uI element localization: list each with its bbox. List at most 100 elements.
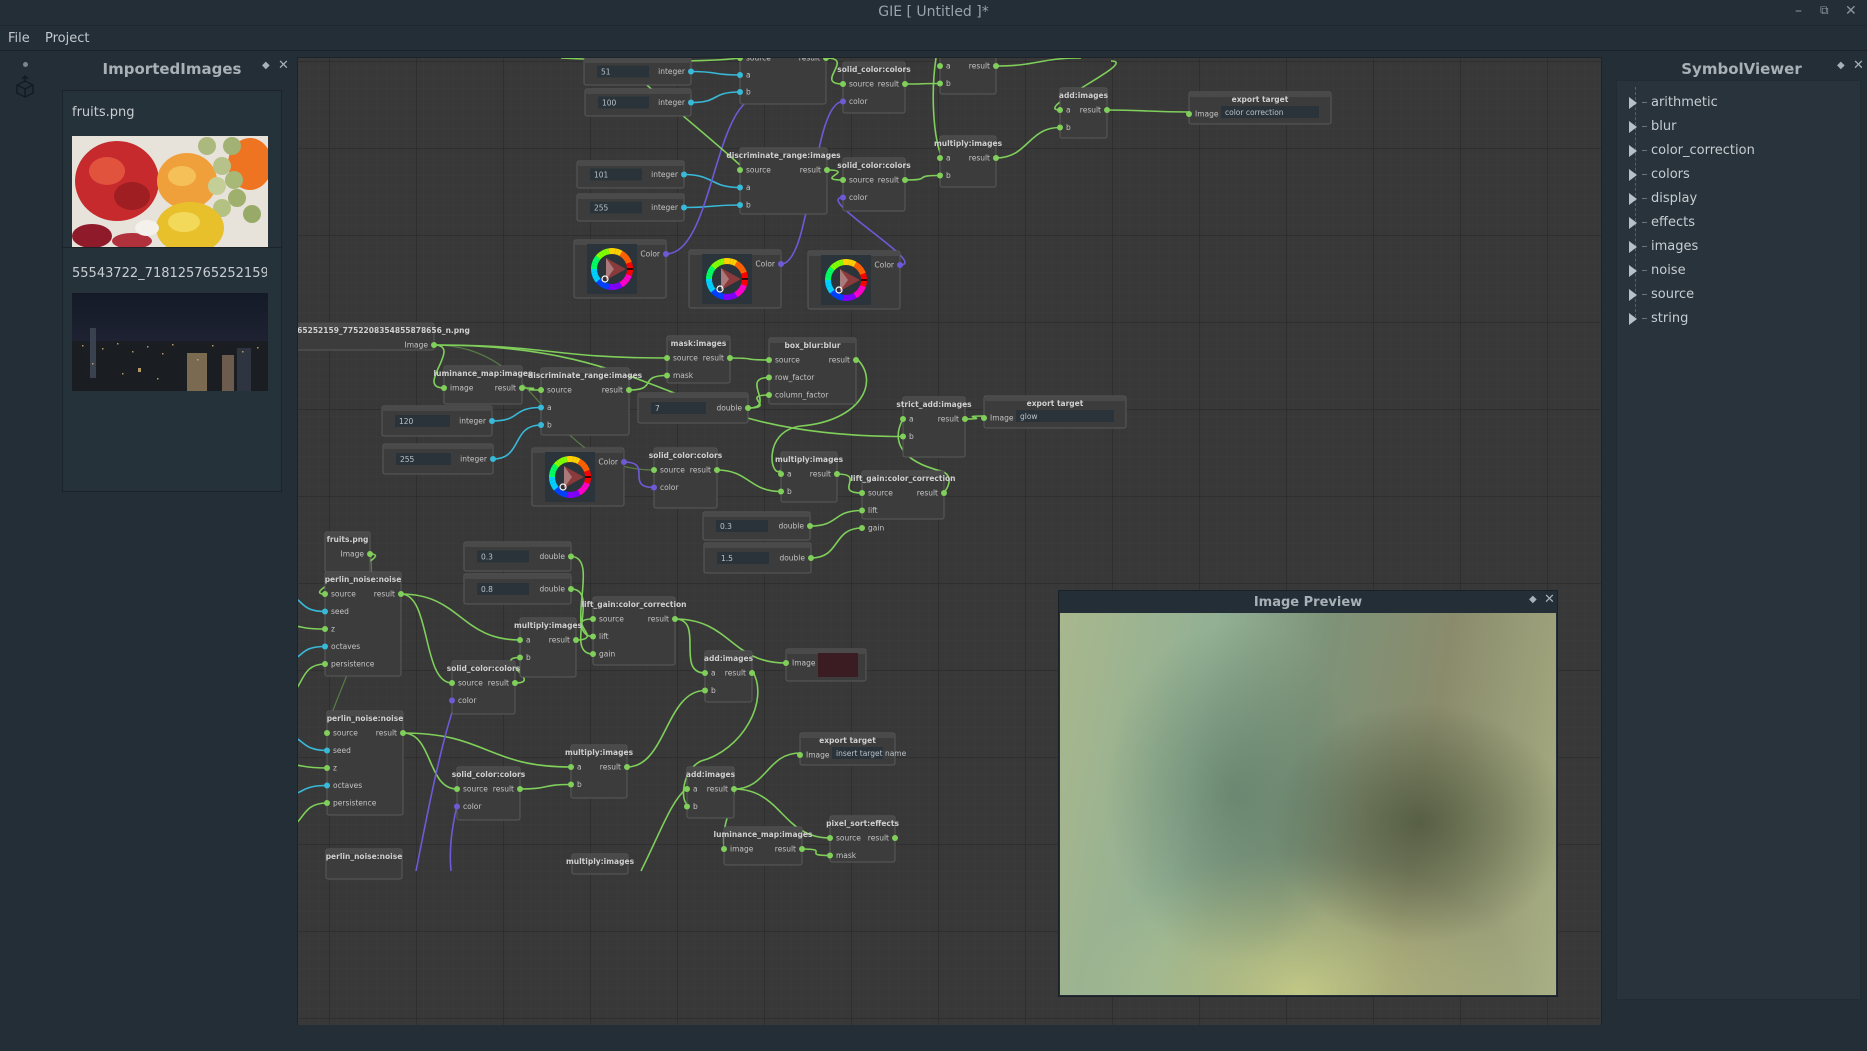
input-port[interactable]	[783, 660, 789, 666]
input-port[interactable]	[840, 81, 846, 87]
graph-node[interactable]: Color	[688, 249, 784, 309]
graph-node[interactable]: strict_add:imagesab result	[896, 396, 972, 458]
output-port[interactable]	[519, 385, 525, 391]
output-port[interactable]	[834, 471, 840, 477]
float-dock-button[interactable]: ◆	[1837, 60, 1845, 71]
input-port[interactable]	[441, 385, 447, 391]
input-port[interactable]	[840, 194, 846, 201]
graph-node[interactable]: discriminate_range:imagessource ab result	[726, 147, 841, 215]
input-port[interactable]	[859, 525, 865, 531]
graph-node[interactable]: discriminate_range:imagessource ab result	[528, 367, 643, 436]
input-port[interactable]	[797, 752, 803, 758]
input-port[interactable]	[454, 803, 460, 810]
expand-arrow-icon[interactable]	[1629, 312, 1637, 325]
output-port[interactable]	[517, 786, 523, 792]
category-blur[interactable]: blur	[1629, 119, 1676, 134]
graph-node[interactable]: Image	[783, 648, 867, 682]
graph-node[interactable]: double 1.5	[703, 542, 814, 574]
output-port[interactable]	[573, 637, 579, 643]
menu-project[interactable]: Project	[45, 31, 89, 46]
graph-node[interactable]: perlin_noise:noisesource seed z octaves pers…	[322, 571, 404, 677]
close-dock-button[interactable]: ✕	[1853, 58, 1864, 73]
float-dock-button[interactable]: ◆	[262, 60, 270, 71]
close-dock-button[interactable]: ✕	[278, 58, 289, 73]
graph-node[interactable]: luminance_map:imagesimage result	[434, 365, 533, 405]
graph-node[interactable]: integer 100	[584, 88, 694, 117]
graph-node[interactable]: solid_color:colorssource color result	[649, 447, 723, 509]
output-port[interactable]	[993, 63, 999, 69]
input-port[interactable]	[859, 507, 865, 514]
input-port[interactable]	[322, 591, 328, 597]
output-port[interactable]	[490, 456, 496, 462]
graph-node[interactable]: double 0.8	[463, 573, 574, 605]
output-port[interactable]	[568, 586, 574, 592]
graph-node[interactable]: box_blur:blursource row_factor column_fact…	[766, 337, 859, 405]
output-port[interactable]	[824, 167, 830, 173]
output-port[interactable]	[749, 670, 755, 676]
output-port[interactable]	[993, 155, 999, 161]
input-port[interactable]	[1186, 111, 1192, 117]
output-port[interactable]	[727, 355, 733, 361]
expand-arrow-icon[interactable]	[1629, 168, 1637, 181]
image-list-item[interactable]: 55543722_718125765252159_775220835485587…	[63, 248, 281, 493]
graph-node[interactable]: solid_color:colorssource color result	[837, 157, 911, 212]
output-port[interactable]	[663, 251, 669, 257]
input-port[interactable]	[664, 355, 670, 361]
input-port[interactable]	[737, 202, 743, 208]
graph-node[interactable]: multiply:imagesabresult	[514, 617, 583, 678]
output-port[interactable]	[568, 553, 574, 560]
category-source[interactable]: source	[1629, 287, 1694, 302]
input-port[interactable]	[324, 800, 330, 806]
graph-node[interactable]: export target Image glow	[981, 395, 1127, 429]
graph-node-partial[interactable]: source ab result	[737, 58, 829, 105]
expand-arrow-icon[interactable]	[1629, 192, 1637, 205]
expand-arrow-icon[interactable]	[1629, 144, 1637, 157]
input-port[interactable]	[324, 765, 330, 771]
input-port[interactable]	[1057, 124, 1063, 131]
graph-node[interactable]: multiply:images	[566, 853, 635, 875]
graph-node[interactable]: mask:images source mask result	[664, 335, 733, 384]
graph-node[interactable]: double 0.3	[702, 511, 813, 541]
output-port[interactable]	[902, 81, 908, 87]
graph-node[interactable]: perlin_noise:noise	[325, 848, 403, 880]
graph-node[interactable]: add:images abresult	[1057, 87, 1110, 139]
category-images[interactable]: images	[1629, 239, 1698, 254]
category-colors[interactable]: colors	[1629, 167, 1690, 182]
graph-node[interactable]: export target Image color correction	[1186, 91, 1332, 125]
input-port[interactable]	[322, 608, 328, 615]
close-preview-button[interactable]: ✕	[1544, 592, 1555, 607]
output-port[interactable]	[489, 418, 495, 424]
input-port[interactable]	[937, 172, 943, 179]
graph-node[interactable]: solid_color:colorssource color result	[447, 660, 521, 715]
output-port[interactable]	[962, 416, 968, 422]
output-port[interactable]	[897, 262, 903, 268]
output-port[interactable]	[892, 835, 898, 841]
input-port[interactable]	[778, 488, 784, 495]
output-port[interactable]	[799, 846, 805, 852]
graph-node[interactable]: perlin_noise:noisesource seed z octaves pers…	[324, 710, 406, 816]
input-port[interactable]	[778, 471, 784, 477]
input-port[interactable]	[449, 680, 455, 686]
category-display[interactable]: display	[1629, 191, 1697, 206]
input-port[interactable]	[766, 392, 772, 398]
input-port[interactable]	[449, 697, 455, 704]
output-port[interactable]	[398, 591, 404, 597]
input-port[interactable]	[664, 372, 670, 379]
input-port[interactable]	[827, 835, 833, 841]
category-string[interactable]: string	[1629, 311, 1688, 326]
output-port[interactable]	[400, 730, 406, 736]
expand-arrow-icon[interactable]	[1629, 288, 1637, 301]
output-port[interactable]	[681, 204, 687, 211]
category-effects[interactable]: effects	[1629, 215, 1695, 230]
menu-file[interactable]: File	[8, 31, 30, 46]
output-port[interactable]	[731, 786, 737, 792]
graph-node[interactable]: export target Image insert target name	[797, 732, 907, 766]
graph-node[interactable]: luminance_map:imagesimage result	[714, 826, 813, 866]
graph-node[interactable]: double 7	[637, 392, 751, 424]
graph-node[interactable]: multiply:imagesabresult	[934, 58, 1003, 95]
input-port[interactable]	[766, 357, 772, 363]
minimize-button[interactable]: –	[1795, 3, 1802, 19]
output-port[interactable]	[853, 357, 859, 363]
output-port[interactable]	[902, 177, 908, 183]
graph-node[interactable]: integer 255	[576, 193, 687, 222]
